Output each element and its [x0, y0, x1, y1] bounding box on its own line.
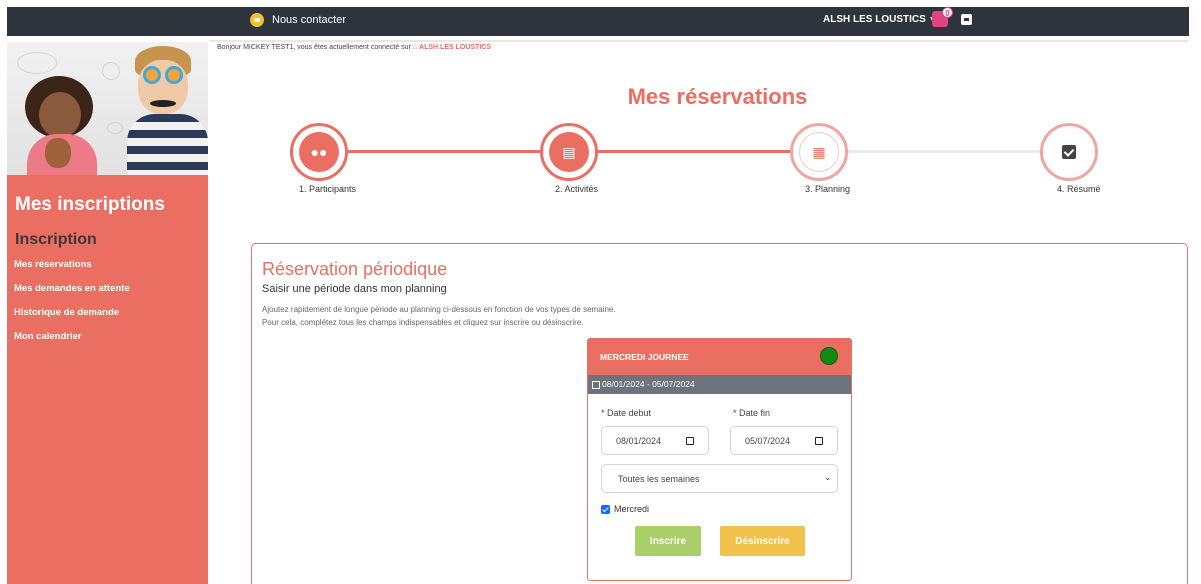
book-icon: ▤ [549, 132, 589, 172]
greeting-org[interactable]: ALSH LES LOUSTICS [419, 44, 491, 51]
card-date-range-text: 08/01/2024 - 05/07/2024 [602, 379, 695, 389]
calendar-small-icon [592, 380, 600, 389]
card-date-range: 08/01/2024 - 05/07/2024 [588, 375, 851, 394]
panel-desc-line1: Ajoutez rapidement de longue période au … [262, 305, 616, 314]
step-participants[interactable]: ●● [290, 123, 348, 181]
date-picker-icon[interactable] [815, 437, 823, 445]
sidebar-title: Mes inscriptions [15, 194, 165, 215]
calendar-icon: ▦ [799, 132, 839, 172]
activity-card: MERCREDI JOURNEE 08/01/2024 - 05/07/2024… [587, 338, 852, 581]
inscrire-button[interactable]: Inscrire [635, 526, 701, 556]
greeting-prefix: Bonjour MICKEY TEST1, vous êtes actuelle… [217, 44, 411, 51]
sidebar: Mes inscriptions Inscription Mes réserva… [7, 42, 208, 584]
stepper-line-3 [821, 150, 1071, 153]
step-label-participants: 1. Participants [299, 184, 357, 194]
step-label-planning: 3. Planning [805, 184, 851, 194]
users-icon: ●● [299, 132, 339, 172]
sidebar-subtitle: Inscription [15, 231, 97, 248]
periodic-reservation-panel: Réservation périodique Saisir une périod… [251, 243, 1188, 584]
panel-description: Ajoutez rapidement de longue période au … [262, 303, 616, 329]
date-end-value: 05/07/2024 [745, 435, 791, 446]
card-title: MERCREDI JOURNEE [600, 352, 689, 362]
date-start-input[interactable]: 08/01/2024 [601, 426, 709, 455]
date-end-label: * Date fin [733, 408, 771, 418]
mail-icon [250, 13, 264, 27]
panel-desc-line2: Pour cela, complétez tous les champs ind… [262, 318, 584, 327]
step-summary[interactable] [1040, 123, 1098, 181]
date-end-input[interactable]: 05/07/2024 [730, 426, 838, 455]
org-dropdown[interactable]: ALSH LES LOUSTICS ▼ [823, 14, 936, 25]
top-navbar: Nous contacter ALSH LES LOUSTICS ▼ 0 [7, 7, 1189, 36]
sidebar-item-reservations[interactable]: Mes réservations [14, 259, 92, 270]
top-bar: Nous contacter ALSH LES LOUSTICS ▼ 0 [0, 0, 1201, 36]
sidebar-item-request-history[interactable]: Historique de demande [14, 307, 119, 318]
contact-link[interactable]: Nous contacter [250, 13, 346, 27]
day-checkbox-row[interactable]: Mercredi [601, 504, 649, 514]
week-type-select[interactable]: Toutes les semaines ⌄ [601, 464, 838, 493]
logout-icon[interactable] [961, 14, 972, 25]
panel-title: Réservation périodique [262, 259, 448, 279]
cart-count-badge: 0 [942, 7, 953, 18]
day-checkbox[interactable] [601, 504, 610, 514]
date-start-label: * Date debut [601, 408, 652, 418]
chevron-down-icon: ⌄ [824, 473, 831, 482]
stepper-line-2 [571, 150, 821, 153]
page-title: Mes réservations [627, 84, 808, 109]
org-dropdown-label: ALSH LES LOUSTICS [823, 14, 926, 25]
cart-button[interactable]: 0 [932, 7, 953, 27]
card-header: MERCREDI JOURNEE [588, 339, 851, 375]
step-planning[interactable]: ▦ [790, 123, 848, 181]
header-divider [210, 40, 1188, 42]
sidebar-item-pending-requests[interactable]: Mes demandes en attente [14, 283, 130, 294]
home-icon: ⌂ [412, 44, 418, 51]
greeting-text: Bonjour MICKEY TEST1, vous êtes actuelle… [217, 44, 491, 51]
step-activities[interactable]: ▤ [540, 123, 598, 181]
contact-label: Nous contacter [272, 14, 346, 26]
desinscrire-button[interactable]: Désinscrire [720, 526, 805, 556]
sidebar-item-calendar[interactable]: Mon calendrier [14, 331, 82, 342]
step-label-activities: 2. Activités [555, 184, 599, 194]
date-start-value: 08/01/2024 [616, 435, 662, 446]
step-label-summary: 4. Résumé [1057, 184, 1101, 194]
check-square-icon [1049, 132, 1089, 172]
stepper-line-1 [321, 150, 571, 153]
date-picker-icon[interactable] [686, 437, 694, 445]
day-checkbox-label: Mercredi [614, 504, 650, 514]
status-dot-icon [820, 347, 838, 365]
week-type-value: Toutes les semaines [618, 473, 700, 484]
panel-subtitle: Saisir une période dans mon planning [262, 283, 447, 295]
